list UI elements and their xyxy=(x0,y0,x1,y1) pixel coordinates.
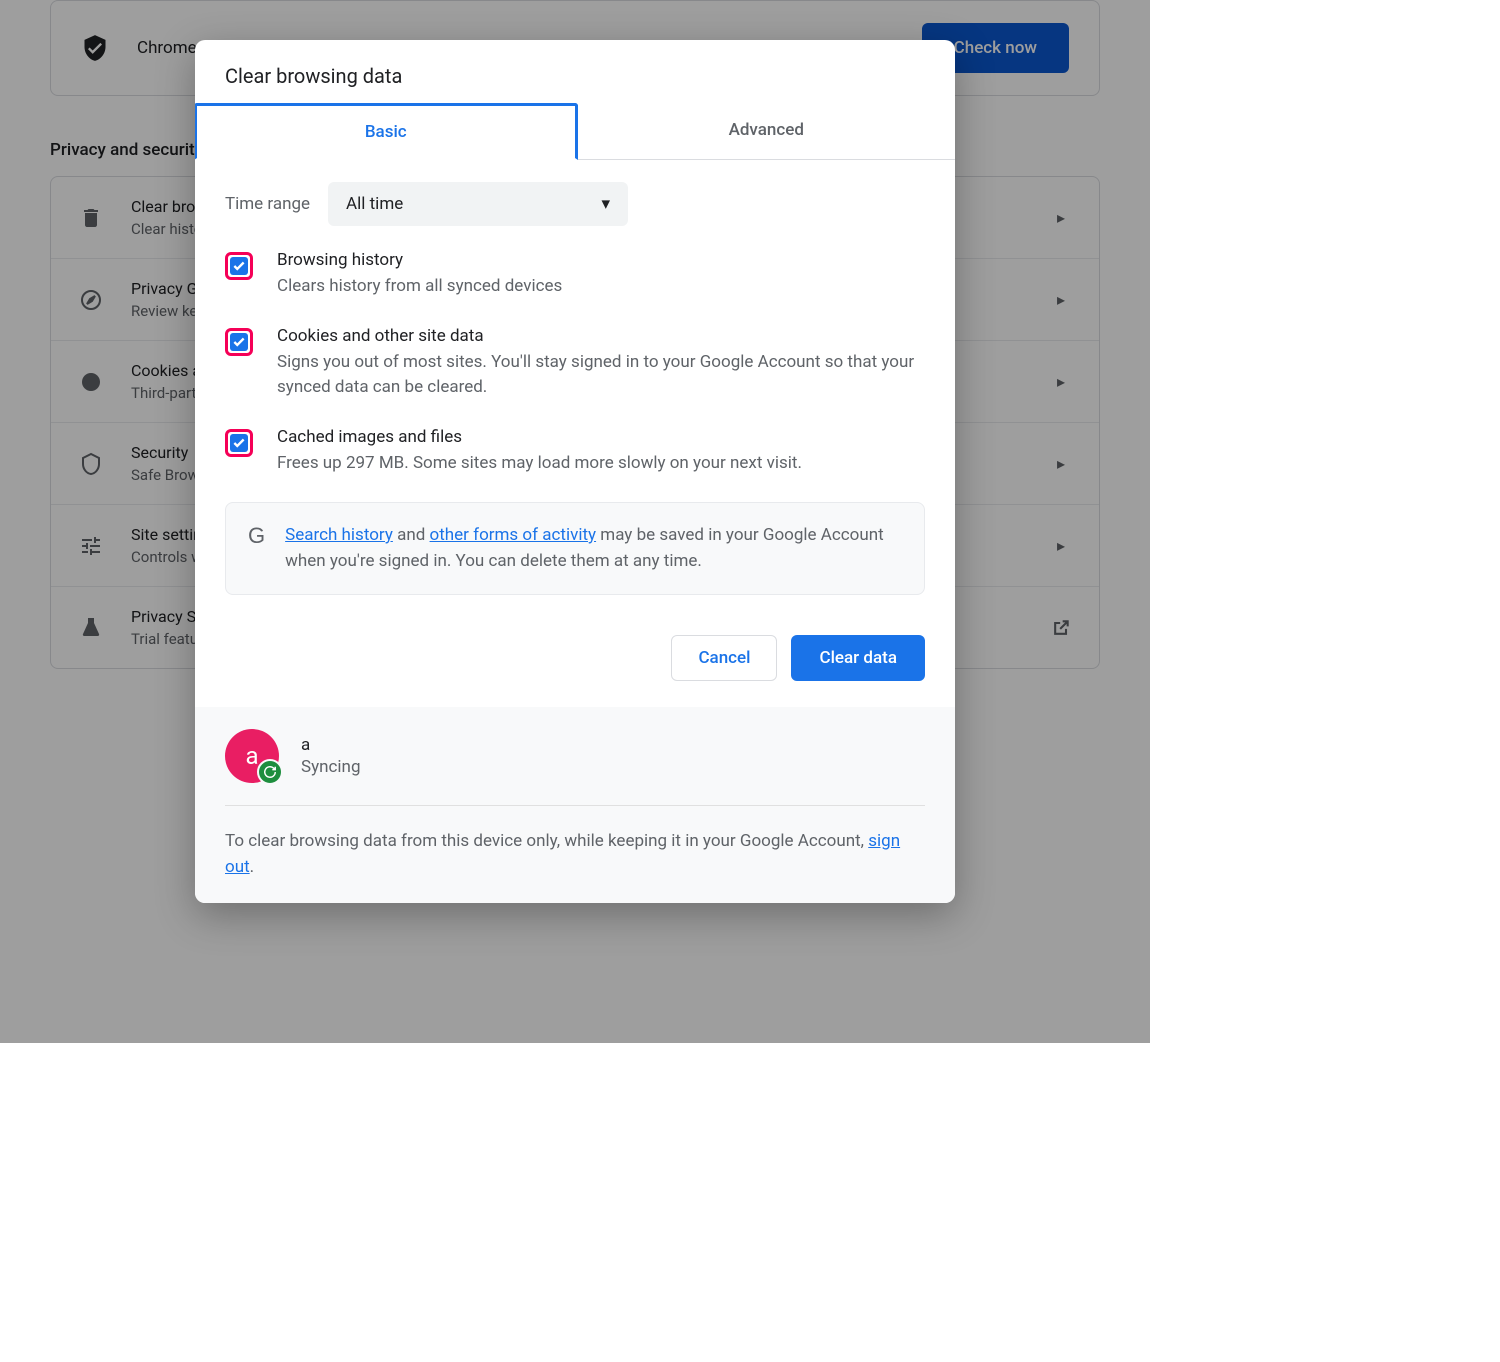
account-status: Syncing xyxy=(301,757,361,777)
account-section: a a Syncing To clear browsing data from … xyxy=(195,707,955,903)
checkbox-cache[interactable] xyxy=(225,429,253,457)
sync-badge-icon xyxy=(257,759,283,785)
search-history-link[interactable]: Search history xyxy=(285,525,393,545)
option-browsing-history: Browsing historyClears history from all … xyxy=(225,250,925,300)
google-account-info: G Search history and other forms of acti… xyxy=(225,502,925,595)
time-range-select[interactable]: All time ▾ xyxy=(328,182,628,226)
avatar: a xyxy=(225,729,279,783)
modal-overlay: Clear browsing data Basic Advanced Time … xyxy=(0,0,1150,1043)
tab-basic[interactable]: Basic xyxy=(195,103,578,160)
dialog-tabs: Basic Advanced xyxy=(195,104,955,160)
option-cache: Cached images and filesFrees up 297 MB. … xyxy=(225,427,925,477)
google-icon: G xyxy=(248,523,265,574)
cancel-button[interactable]: Cancel xyxy=(671,635,777,681)
footer-text: To clear browsing data from this device … xyxy=(225,828,925,881)
clear-data-button[interactable]: Clear data xyxy=(791,635,925,681)
checkbox-cookies[interactable] xyxy=(225,328,253,356)
checkbox-browsing-history[interactable] xyxy=(225,252,253,280)
option-cookies: Cookies and other site dataSigns you out… xyxy=(225,326,925,401)
time-range-label: Time range xyxy=(225,194,310,214)
tab-advanced[interactable]: Advanced xyxy=(578,104,956,159)
account-name: a xyxy=(301,735,361,755)
other-activity-link[interactable]: other forms of activity xyxy=(430,525,597,545)
dialog-title: Clear browsing data xyxy=(195,40,955,104)
chevron-down-icon: ▾ xyxy=(602,194,611,214)
clear-browsing-data-dialog: Clear browsing data Basic Advanced Time … xyxy=(195,40,955,903)
